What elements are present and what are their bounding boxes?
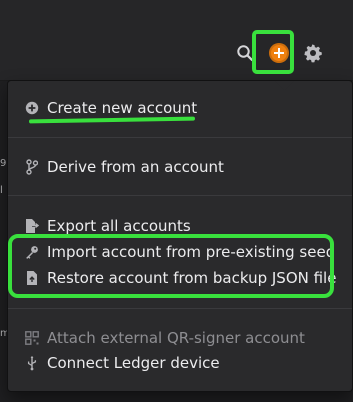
menu-item-derive-from-account[interactable]: Derive from an account (8, 155, 352, 179)
background-fragment: 9 (0, 158, 7, 169)
plus-circle-icon (25, 100, 39, 116)
menu-item-label: Derive from an account (47, 157, 224, 176)
menu-item-create-new-account[interactable]: Create new account (8, 96, 352, 120)
background-fragment: l (0, 185, 3, 196)
key-icon (25, 244, 39, 260)
menu-item-label: Attach external QR-signer account (47, 328, 305, 347)
menu-item-label: Import account from pre-existing seed (47, 242, 336, 261)
menu-item-label: Export all accounts (47, 216, 191, 235)
menu-divider (8, 195, 352, 196)
menu-item-label: Create new account (47, 98, 198, 117)
menu-item-export-all-accounts[interactable]: Export all accounts (8, 214, 352, 238)
account-actions-menu: Create new account Derive from an accoun… (7, 80, 353, 392)
usb-icon (25, 355, 39, 371)
menu-item-label: Connect Ledger device (47, 353, 220, 372)
menu-item-attach-qr-signer[interactable]: Attach external QR-signer account (8, 326, 352, 350)
gear-icon[interactable] (303, 43, 323, 63)
menu-divider (8, 308, 352, 309)
qr-icon (25, 330, 39, 346)
menu-item-restore-from-json[interactable]: Restore account from backup JSON file (8, 266, 352, 290)
branch-icon (25, 159, 39, 175)
add-account-button[interactable] (269, 43, 289, 63)
menu-divider (8, 137, 352, 138)
menu-item-import-from-seed[interactable]: Import account from pre-existing seed (8, 240, 352, 264)
menu-item-label: Restore account from backup JSON file (47, 268, 337, 287)
menu-item-connect-ledger[interactable]: Connect Ledger device (8, 351, 352, 375)
export-icon (25, 218, 39, 234)
plus-circle-icon (269, 43, 289, 63)
top-bar (0, 0, 353, 81)
search-icon[interactable] (235, 43, 255, 63)
file-upload-icon (25, 270, 39, 286)
toolbar (235, 33, 323, 73)
